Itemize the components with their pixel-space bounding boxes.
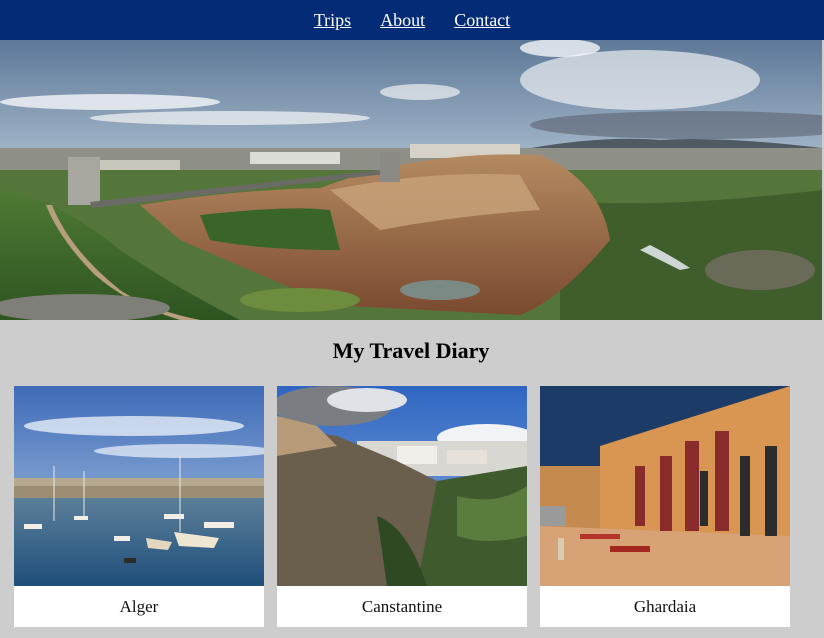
destination-card-ghardaia[interactable]: Ghardaia bbox=[540, 386, 790, 627]
top-navbar: Trips About Contact bbox=[0, 0, 824, 40]
nav-link-trips[interactable]: Trips bbox=[314, 10, 351, 31]
card-caption: Canstantine bbox=[361, 596, 443, 616]
ghardaia-street-photo bbox=[540, 386, 790, 586]
constantine-gorge-photo bbox=[277, 386, 527, 586]
nav-link-contact[interactable]: Contact bbox=[454, 10, 510, 31]
hero-banner-image bbox=[0, 40, 822, 320]
destination-card-canstantine[interactable]: Canstantine bbox=[277, 386, 527, 627]
alger-harbor-photo bbox=[14, 386, 264, 586]
card-caption: Ghardaia bbox=[633, 596, 697, 616]
page: Trips About Contact My Travel Diary Alge… bbox=[0, 0, 824, 638]
card-caption: Alger bbox=[119, 596, 159, 616]
nav-link-about[interactable]: About bbox=[380, 10, 425, 31]
destination-card-alger[interactable]: Alger bbox=[14, 386, 264, 627]
destination-cards: Alger Canstantine Ghardaia bbox=[14, 386, 790, 627]
page-title: My Travel Diary bbox=[332, 338, 490, 363]
